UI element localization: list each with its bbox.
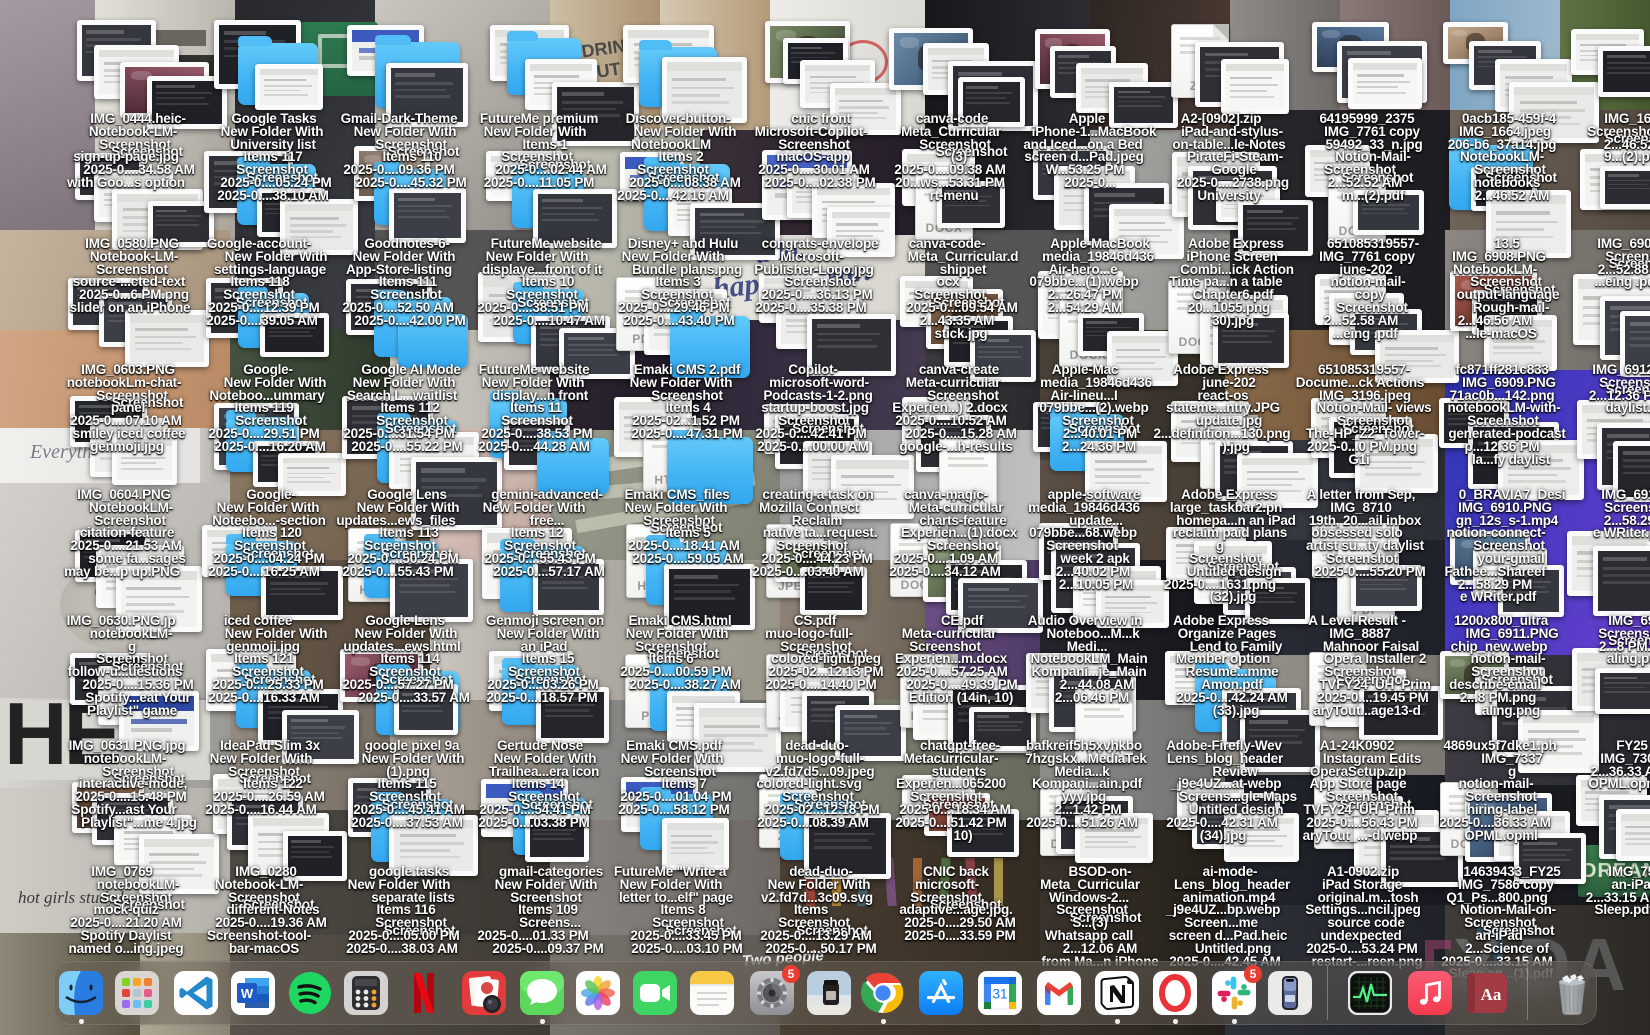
svg-text:W: W [241,986,254,1001]
svg-text:31: 31 [992,987,1007,1002]
svg-text:Aa: Aa [1481,985,1502,1004]
